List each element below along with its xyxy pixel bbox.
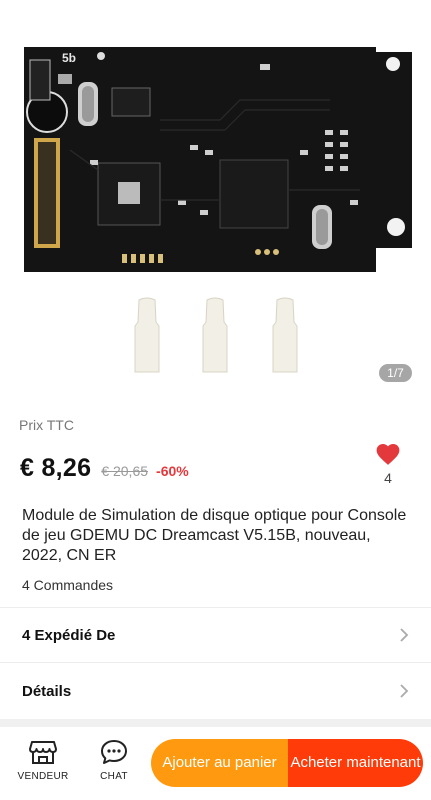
product-title: Module de Simulation de disque optique p…	[22, 507, 407, 564]
orders-count: 4 Commandes	[22, 577, 114, 593]
price-label: Prix TTC	[19, 417, 74, 433]
bottom-action-bar: VENDEUR CHAT Ajouter au panier Acheter m…	[0, 727, 431, 800]
image-counter: 1/7	[379, 364, 412, 382]
shipping-row[interactable]: 4 Expédié De	[0, 608, 431, 662]
chat-button[interactable]: CHAT	[86, 739, 142, 782]
divider	[0, 662, 431, 663]
heart-icon	[376, 444, 400, 465]
chevron-right-icon	[400, 628, 409, 642]
current-price: € 8,26	[20, 454, 92, 482]
chat-bubble-icon	[101, 740, 127, 764]
original-price: € 20,65	[101, 463, 149, 479]
buy-now-button[interactable]: Acheter maintenant	[288, 739, 423, 787]
details-row[interactable]: Détails	[0, 664, 431, 718]
product-image-gallery[interactable]: 5b 1/7	[0, 0, 431, 402]
store-icon	[29, 741, 57, 764]
store-button[interactable]: VENDEUR	[15, 739, 71, 782]
add-to-cart-button[interactable]: Ajouter au panier	[151, 739, 288, 787]
details-label: Détails	[22, 682, 72, 700]
svg-text:5b: 5b	[62, 51, 76, 65]
wishlist-count: 4	[384, 470, 392, 486]
product-image: 5b	[24, 47, 412, 373]
section-gap	[0, 719, 431, 727]
discount-badge: -60%	[156, 463, 189, 479]
wishlist-button[interactable]: 4	[373, 442, 403, 486]
shipping-label: 4 Expédié De	[22, 626, 116, 644]
price-row: € 8,26 € 20,65 -60%	[20, 454, 189, 483]
chevron-right-icon	[400, 684, 409, 698]
chat-label: CHAT	[100, 771, 128, 782]
store-label: VENDEUR	[17, 771, 69, 782]
